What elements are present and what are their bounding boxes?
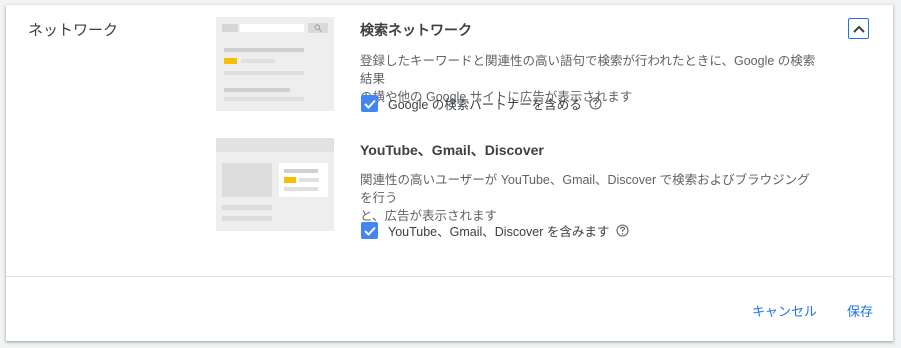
result-line — [224, 71, 304, 75]
footer-divider — [6, 276, 893, 277]
result-line — [224, 97, 304, 101]
display-network-title: YouTube、Gmail、Discover — [360, 142, 544, 158]
cancel-button[interactable]: キャンセル — [752, 301, 817, 320]
logo-placeholder — [222, 24, 238, 32]
display-network-checkbox[interactable] — [361, 222, 378, 239]
result-line — [241, 59, 275, 63]
ad-highlight-bar — [284, 177, 296, 183]
search-partners-label: Google の検索パートナーを含める — [388, 98, 582, 112]
display-network-description: 関連性の高いユーザーが YouTube、Gmail、Discover で検索およ… — [360, 171, 820, 225]
description-line: 登録したキーワードと関連性の高い語句で検索が行われたときに、Google の検索… — [360, 54, 816, 86]
chevron-up-icon — [852, 25, 865, 33]
result-line — [224, 48, 304, 52]
content-block — [222, 163, 272, 197]
search-button-placeholder — [308, 23, 328, 33]
ad-line — [284, 187, 318, 191]
display-network-label: YouTube、Gmail、Discover を含みます — [388, 225, 610, 239]
header-bar-placeholder — [216, 138, 334, 152]
help-circle-icon[interactable] — [589, 97, 602, 110]
description-line: 関連性の高いユーザーが YouTube、Gmail、Discover で検索およ… — [360, 173, 810, 205]
ad-line — [299, 178, 319, 182]
search-icon — [314, 24, 322, 32]
collapse-button[interactable] — [848, 18, 869, 39]
section-title: ネットワーク — [28, 22, 119, 39]
check-icon — [363, 226, 376, 236]
ad-highlight-bar — [224, 58, 237, 64]
save-button[interactable]: 保存 — [847, 301, 873, 320]
display-network-option[interactable]: YouTube、Gmail、Discover を含みます — [361, 221, 629, 240]
check-icon — [363, 99, 376, 109]
content-line — [222, 216, 272, 221]
ad-card — [279, 163, 328, 197]
search-bar-placeholder — [240, 24, 304, 32]
content-line — [222, 205, 272, 210]
display-network-illustration — [216, 138, 334, 231]
help-circle-icon[interactable] — [616, 224, 629, 237]
ad-line — [284, 169, 318, 173]
search-network-title: 検索ネットワーク — [360, 22, 472, 38]
search-network-illustration — [216, 17, 334, 111]
network-settings-card: ネットワーク 検索ネットワーク 登録したキーワードと関連性の高い語句で検索が行わ… — [6, 5, 893, 341]
search-partners-checkbox[interactable] — [361, 95, 378, 112]
result-line — [224, 88, 290, 92]
search-partners-option[interactable]: Google の検索パートナーを含める — [361, 94, 602, 113]
